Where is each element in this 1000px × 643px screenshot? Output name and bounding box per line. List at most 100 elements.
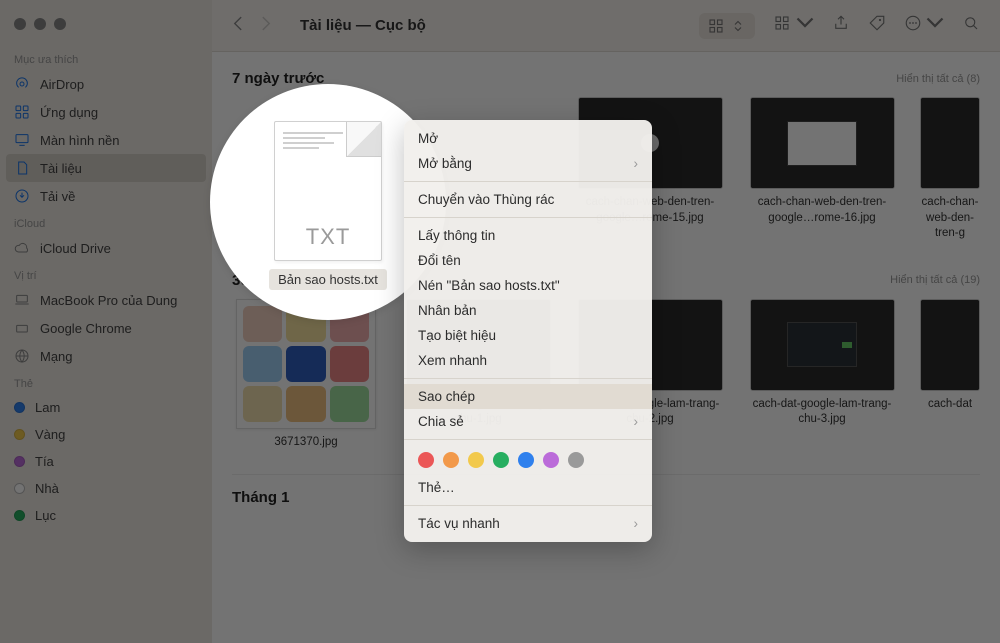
sidebar-item-label: Ứng dụng — [40, 105, 98, 120]
sidebar-section-icloud: iCloud — [0, 210, 212, 234]
sidebar-item-label: AirDrop — [40, 77, 84, 92]
search-button[interactable] — [962, 14, 980, 37]
tag-color-gray[interactable] — [568, 452, 584, 468]
file-label: cach-dat-google-lam-trang-chu-3.jpg — [748, 397, 896, 428]
network-icon — [14, 348, 30, 364]
group-button[interactable] — [773, 14, 813, 37]
cloud-icon — [14, 240, 30, 256]
txt-file-icon[interactable]: TXT — [274, 121, 382, 261]
share-button[interactable] — [832, 14, 850, 37]
sidebar-item-desktop[interactable]: Màn hình nền — [0, 126, 212, 154]
sidebar-item-macbook[interactable]: MacBook Pro của Dung — [0, 286, 212, 314]
airdrop-icon — [14, 76, 30, 92]
sidebar-item-icloud-drive[interactable]: iCloud Drive — [0, 234, 212, 262]
laptop-icon — [14, 292, 30, 308]
back-button[interactable] — [232, 15, 243, 37]
ctx-alias[interactable]: Tạo biệt hiệu — [404, 323, 652, 348]
ctx-copy[interactable]: Sao chép — [404, 384, 652, 409]
ctx-open-with[interactable]: Mở bằng› — [404, 151, 652, 176]
file-tile[interactable]: cach-dat — [920, 299, 980, 451]
sidebar-item-label: iCloud Drive — [40, 241, 111, 256]
sidebar-item-network[interactable]: Mạng — [0, 342, 212, 370]
minimize-icon[interactable] — [34, 18, 46, 30]
ctx-quick-actions[interactable]: Tác vụ nhanh› — [404, 511, 652, 536]
show-all-link[interactable]: Hiển thị tất cả (19) — [890, 274, 980, 286]
tag-dot-icon — [14, 402, 25, 413]
tag-color-blue[interactable] — [518, 452, 534, 468]
tags-button[interactable] — [868, 14, 886, 37]
disk-icon — [14, 320, 30, 336]
zoom-icon[interactable] — [54, 18, 66, 30]
grid-view-icon — [707, 17, 725, 35]
ctx-trash[interactable]: Chuyển vào Thùng rác — [404, 187, 652, 212]
sidebar-item-label: Lục — [35, 508, 56, 523]
chevron-right-icon: › — [634, 414, 639, 429]
ctx-getinfo[interactable]: Lấy thông tin — [404, 223, 652, 248]
file-extension: TXT — [275, 224, 381, 250]
tag-dot-icon — [14, 483, 25, 494]
context-menu: Mở Mở bằng› Chuyển vào Thùng rác Lấy thô… — [404, 120, 652, 542]
show-all-link[interactable]: Hiển thị tất cả (8) — [896, 73, 980, 85]
sidebar-item-documents[interactable]: Tài liệu — [6, 154, 206, 182]
ctx-open[interactable]: Mở — [404, 126, 652, 151]
tag-color-green[interactable] — [493, 452, 509, 468]
section-title: Tháng 1 — [232, 489, 290, 506]
file-label: cach-dat — [928, 397, 972, 413]
tag-dot-icon — [14, 429, 25, 440]
sidebar-item-downloads[interactable]: Tải về — [0, 182, 212, 210]
sidebar-item-label: Vàng — [35, 427, 65, 442]
sidebar-item-label: Tía — [35, 454, 54, 469]
sidebar-tag-yellow[interactable]: Vàng — [0, 421, 212, 448]
ctx-tag-colors — [404, 445, 652, 475]
documents-icon — [14, 160, 30, 176]
ctx-quicklook[interactable]: Xem nhanh — [404, 348, 652, 373]
sidebar-item-label: Mạng — [40, 349, 73, 364]
finder-window: Mục ưa thích AirDrop Ứng dụng Màn hình n… — [0, 0, 1000, 643]
sidebar-tag-blue[interactable]: Lam — [0, 394, 212, 421]
toolbar: Tài liệu — Cục bộ — [212, 0, 1000, 52]
sidebar-section-tags: Thẻ — [0, 370, 212, 394]
sidebar-tag-home[interactable]: Nhà — [0, 475, 212, 502]
tag-dot-icon — [14, 456, 25, 467]
sidebar-tag-green[interactable]: Lục — [0, 502, 212, 529]
sidebar-item-airdrop[interactable]: AirDrop — [0, 70, 212, 98]
file-label: cach-chan-web-den-tren-google…rome-16.jp… — [748, 195, 896, 226]
file-tile[interactable]: cach-chan-web-den-tren-g — [920, 97, 980, 242]
sidebar-item-label: Nhà — [35, 481, 59, 496]
tag-dot-icon — [14, 510, 25, 521]
tag-color-orange[interactable] — [443, 452, 459, 468]
file-tile[interactable]: cach-chan-web-den-tren-google…rome-16.jp… — [748, 97, 896, 242]
ctx-tags-more[interactable]: Thẻ… — [404, 475, 652, 500]
sidebar-item-chrome-disk[interactable]: Google Chrome — [0, 314, 212, 342]
forward-button[interactable] — [261, 15, 272, 37]
view-switcher[interactable] — [699, 13, 755, 39]
sidebar: Mục ưa thích AirDrop Ứng dụng Màn hình n… — [0, 0, 212, 643]
sidebar-item-apps[interactable]: Ứng dụng — [0, 98, 212, 126]
traffic-lights — [0, 10, 212, 46]
chevron-right-icon: › — [634, 156, 639, 171]
ctx-share[interactable]: Chia sẻ› — [404, 409, 652, 434]
sidebar-item-label: Lam — [35, 400, 60, 415]
file-label: 3671370.jpg — [274, 435, 337, 451]
downloads-icon — [14, 188, 30, 204]
window-title: Tài liệu — Cục bộ — [300, 17, 426, 34]
tag-color-yellow[interactable] — [468, 452, 484, 468]
sidebar-item-label: Tải về — [40, 189, 75, 204]
chevron-right-icon: › — [634, 516, 639, 531]
sidebar-section-locations: Vị trí — [0, 262, 212, 286]
selected-file-label: Bản sao hosts.txt — [269, 269, 387, 290]
tag-color-purple[interactable] — [543, 452, 559, 468]
sidebar-tag-purple[interactable]: Tía — [0, 448, 212, 475]
tag-color-red[interactable] — [418, 452, 434, 468]
desktop-icon — [14, 132, 30, 148]
ctx-rename[interactable]: Đổi tên — [404, 248, 652, 273]
close-icon[interactable] — [14, 18, 26, 30]
ctx-duplicate[interactable]: Nhân bản — [404, 298, 652, 323]
actions-button[interactable] — [904, 14, 944, 37]
file-tile[interactable]: 3671370.jpg — [232, 299, 380, 451]
apps-icon — [14, 104, 30, 120]
ctx-compress[interactable]: Nén "Bản sao hosts.txt" — [404, 273, 652, 298]
sidebar-item-label: Tài liệu — [40, 161, 82, 176]
sidebar-section-favorites: Mục ưa thích — [0, 46, 212, 70]
file-tile[interactable]: cach-dat-google-lam-trang-chu-3.jpg — [748, 299, 896, 451]
